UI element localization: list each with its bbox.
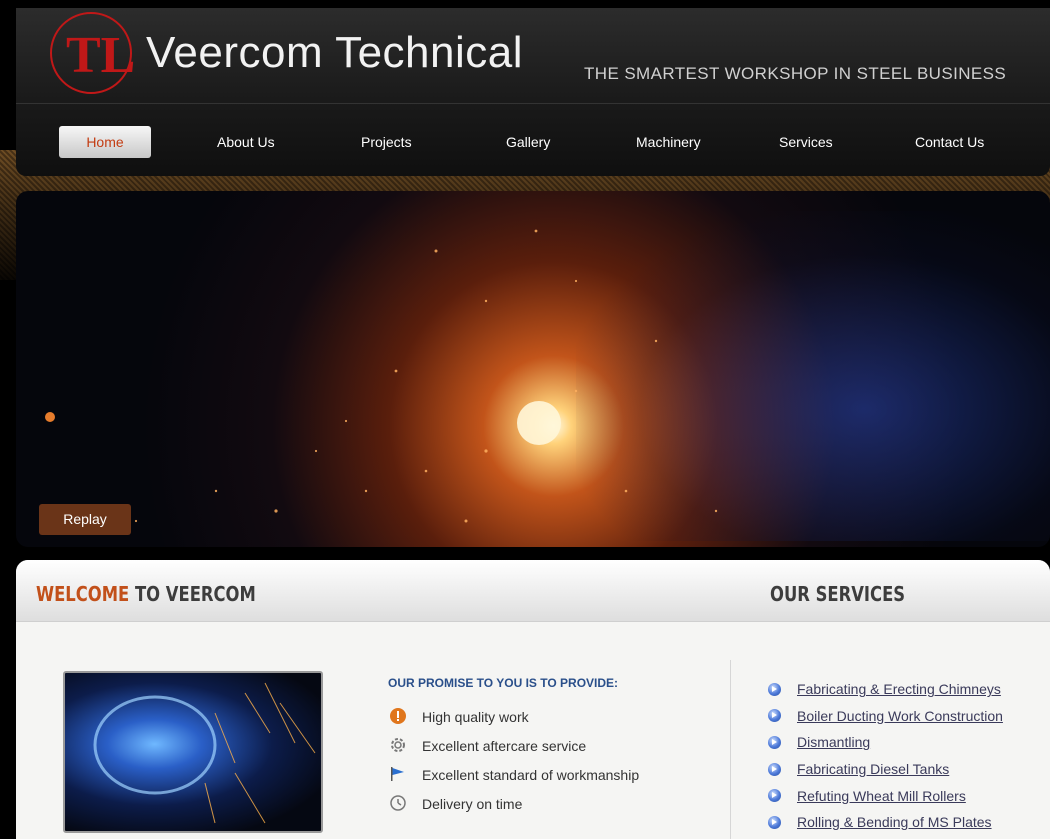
welder-thumbnail-sparks — [93, 682, 316, 824]
promise-text: Excellent standard of workmanship — [422, 767, 640, 783]
arrow-bullet-icon — [768, 762, 781, 776]
promise-title: OUR PROMISE TO YOU IS TO PROVIDE: — [388, 676, 619, 690]
arrow-bullet-icon — [768, 815, 781, 829]
arrow-bullet-icon — [768, 735, 781, 749]
clock-icon — [390, 795, 406, 811]
promise-text: Delivery on time — [422, 796, 523, 812]
column-divider — [730, 660, 731, 839]
nav-home[interactable]: Home — [59, 126, 151, 158]
header-top: TL Veercom Technical THE SMARTEST WORKSH… — [16, 8, 1050, 104]
logo-icon[interactable]: TL — [48, 10, 134, 96]
hero-sparks-image — [45, 229, 718, 523]
promise-list: High quality work Excellent aftercare se… — [388, 706, 639, 822]
arrow-bullet-icon — [768, 682, 781, 696]
service-link-wheat-mill-rollers[interactable]: Refuting Wheat Mill Rollers — [797, 786, 966, 806]
site-header: TL Veercom Technical THE SMARTEST WORKSH… — [16, 8, 1050, 176]
services-heading: OUR SERVICES — [770, 582, 906, 606]
content-panel: WELCOME TO VEERCOM OUR SERVICES OUR PROM… — [16, 560, 1050, 839]
service-link-boiler-ducting[interactable]: Boiler Ducting Work Construction — [797, 706, 1003, 726]
welcome-heading-rest: TO VEERCOM — [129, 582, 256, 606]
nav-services[interactable]: Services — [779, 126, 833, 158]
list-item: Excellent standard of workmanship — [388, 764, 639, 793]
site-tagline: THE SMARTEST WORKSHOP IN STEEL BUSINESS — [584, 64, 1007, 83]
gear-icon — [391, 738, 405, 752]
content-header-bar: WELCOME TO VEERCOM OUR SERVICES — [16, 560, 1050, 622]
nav-gallery[interactable]: Gallery — [506, 126, 550, 158]
arrow-bullet-icon — [768, 709, 781, 723]
service-link-chimneys[interactable]: Fabricating & Erecting Chimneys — [797, 679, 1001, 699]
list-item: Fabricating Diesel Tanks — [768, 756, 1003, 783]
list-item: Rolling & Bending of MS Plates — [768, 809, 1003, 836]
nav-projects[interactable]: Projects — [361, 126, 412, 158]
welcome-heading-accent: WELCOME — [36, 582, 130, 606]
list-item: Refuting Wheat Mill Rollers — [768, 782, 1003, 809]
replay-button[interactable]: Replay — [39, 504, 131, 535]
service-link-ms-plates[interactable]: Rolling & Bending of MS Plates — [797, 812, 992, 832]
main-nav: Home About Us Projects Gallery Machinery… — [16, 112, 1050, 172]
list-item: Dismantling — [768, 729, 1003, 756]
nav-machinery[interactable]: Machinery — [636, 126, 701, 158]
arrow-bullet-icon — [768, 789, 781, 803]
list-item: Excellent aftercare service — [388, 735, 639, 764]
site-title[interactable]: Veercom Technical — [146, 28, 523, 78]
nav-contact-us[interactable]: Contact Us — [915, 126, 984, 158]
logo-letter-t: TL — [66, 27, 134, 84]
promise-text: High quality work — [422, 709, 529, 725]
services-list: Fabricating & Erecting Chimneys Boiler D… — [768, 676, 1003, 836]
quality-icon — [390, 708, 406, 724]
nav-about-us[interactable]: About Us — [217, 126, 275, 158]
welder-thumbnail-image[interactable] — [63, 671, 323, 833]
list-item: Fabricating & Erecting Chimneys — [768, 676, 1003, 703]
service-link-dismantling[interactable]: Dismantling — [797, 732, 870, 752]
flag-icon — [391, 767, 404, 781]
list-item: Delivery on time — [388, 793, 639, 822]
list-item: High quality work — [388, 706, 639, 735]
service-link-diesel-tanks[interactable]: Fabricating Diesel Tanks — [797, 759, 949, 779]
list-item: Boiler Ducting Work Construction — [768, 703, 1003, 730]
welcome-heading: WELCOME TO VEERCOM — [36, 582, 256, 606]
hero-banner: Replay — [16, 191, 1050, 547]
promise-text: Excellent aftercare service — [422, 738, 587, 754]
